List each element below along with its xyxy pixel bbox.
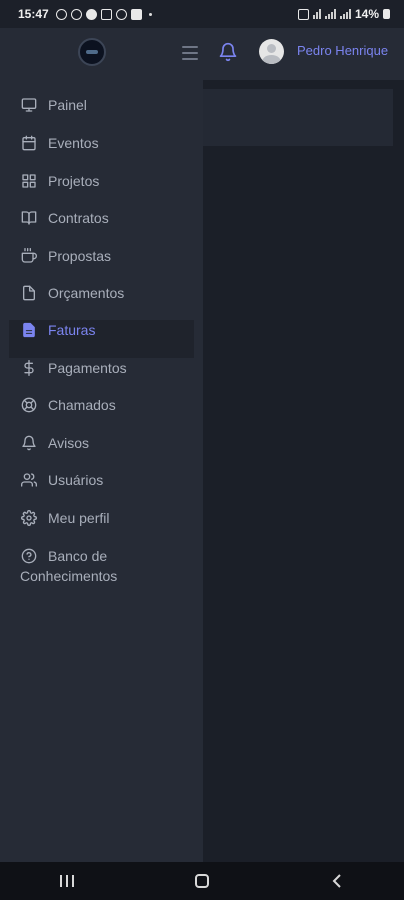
file-icon xyxy=(20,284,38,302)
battery-level: 14% xyxy=(354,7,379,21)
home-icon[interactable] xyxy=(182,866,222,896)
sidebar-item-label: Chamados xyxy=(48,397,116,413)
file-text-icon xyxy=(20,321,38,339)
sidebar-item-label: Avisos xyxy=(48,435,89,451)
sidebar-item-orcamentos[interactable]: Orçamentos xyxy=(0,284,203,302)
telegram-icon xyxy=(115,8,127,20)
calendar-icon xyxy=(20,134,38,152)
sidebar-item-label: Contratos xyxy=(48,210,109,226)
bell-icon[interactable] xyxy=(218,42,238,62)
gear-icon xyxy=(20,509,38,527)
sidebar-item-label: Usuários xyxy=(48,472,104,488)
sidebar: Painel Eventos Projetos Contratos Propos xyxy=(0,80,203,862)
sidebar-item-label: Banco de xyxy=(48,548,108,564)
grid-icon xyxy=(20,172,38,190)
sidebar-item-label: Eventos xyxy=(48,135,99,151)
bell-icon xyxy=(20,434,38,452)
sidebar-item-pagamentos[interactable]: Pagamentos xyxy=(0,359,203,377)
notification-icon xyxy=(55,8,67,20)
monitor-icon xyxy=(20,96,38,114)
sidebar-item-banco-de-conhecimentos[interactable]: Banco de Conhecimentos xyxy=(0,546,203,586)
sidebar-item-label: Painel xyxy=(48,97,87,113)
wifi-icon xyxy=(312,9,321,19)
more-notifications-icon xyxy=(148,12,152,16)
sidebar-item-label: Orçamentos xyxy=(48,285,125,301)
sidebar-item-label: Projetos xyxy=(48,173,100,189)
sidebar-item-label: Pagamentos xyxy=(48,360,127,376)
signal-icon xyxy=(324,9,336,19)
notification-icon xyxy=(100,8,112,20)
main-content xyxy=(203,80,404,862)
signal-icon xyxy=(339,9,351,19)
sidebar-item-usuarios[interactable]: Usuários xyxy=(0,471,203,489)
sidebar-item-label: Meu perfil xyxy=(48,510,110,526)
sidebar-item-projetos[interactable]: Projetos xyxy=(0,172,203,190)
app-logo[interactable] xyxy=(78,38,106,66)
book-icon xyxy=(20,209,38,227)
sidebar-item-label: Propostas xyxy=(48,248,112,264)
status-time: 15:47 xyxy=(18,7,49,21)
help-circle-icon xyxy=(20,547,38,565)
sidebar-item-painel[interactable]: Painel xyxy=(0,96,203,114)
page-header-panel xyxy=(203,89,393,146)
avatar[interactable] xyxy=(259,39,284,64)
status-bar: 15:47 14% xyxy=(0,0,404,28)
system-nav-bar xyxy=(0,862,404,900)
users-icon xyxy=(20,471,38,489)
alarm-icon xyxy=(297,8,309,20)
sidebar-item-label: Conhecimentos xyxy=(20,568,118,584)
username-link[interactable]: Pedro Henrique xyxy=(297,43,388,58)
recent-apps-icon[interactable] xyxy=(47,866,87,896)
sidebar-item-eventos[interactable]: Eventos xyxy=(0,134,203,152)
whatsapp-icon xyxy=(70,8,82,20)
sidebar-item-avisos[interactable]: Avisos xyxy=(0,434,203,452)
facebook-icon xyxy=(130,8,142,20)
sidebar-item-contratos[interactable]: Contratos xyxy=(0,209,203,227)
sidebar-item-meu-perfil[interactable]: Meu perfil xyxy=(0,509,203,527)
coffee-icon xyxy=(20,247,38,265)
hamburger-icon[interactable] xyxy=(182,46,198,60)
sidebar-item-faturas[interactable]: Faturas xyxy=(0,320,203,358)
dollar-icon xyxy=(20,359,38,377)
top-header: Pedro Henrique xyxy=(0,28,404,80)
chat-icon xyxy=(85,8,97,20)
lifebuoy-icon xyxy=(20,396,38,414)
sidebar-item-chamados[interactable]: Chamados xyxy=(0,396,203,414)
sidebar-item-propostas[interactable]: Propostas xyxy=(0,247,203,265)
sidebar-item-label: Faturas xyxy=(48,322,96,338)
battery-icon xyxy=(383,9,390,19)
back-icon[interactable] xyxy=(317,866,357,896)
